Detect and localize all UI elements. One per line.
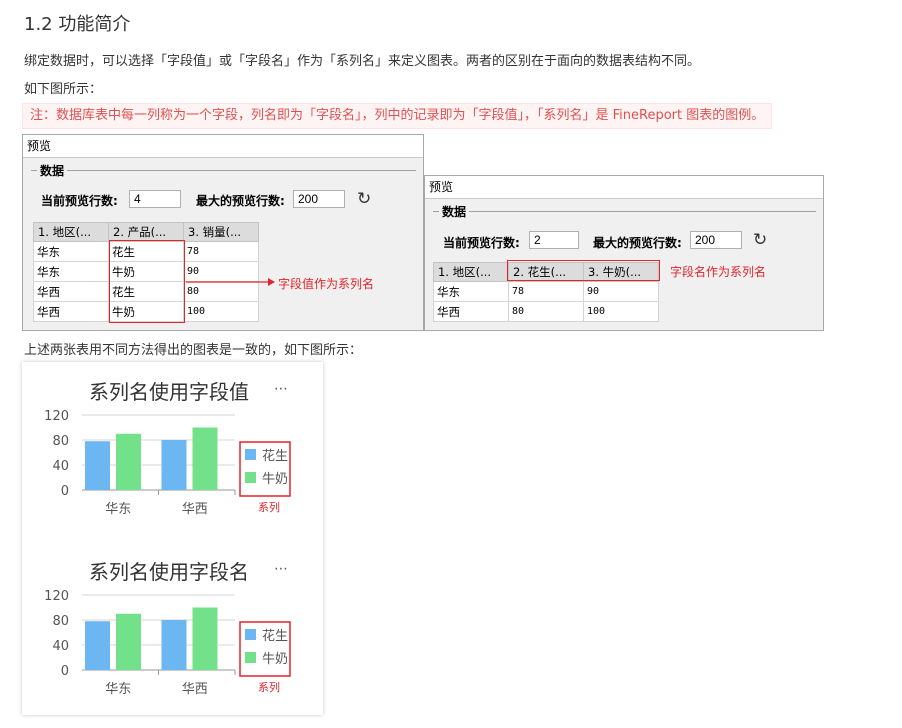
- window-title: 预览: [425, 176, 823, 199]
- legend-annotation: 系列: [258, 680, 280, 694]
- y-tick-label: 40: [52, 459, 69, 474]
- column-header[interactable]: 1. 地区(...: [33, 222, 109, 242]
- bar-牛奶: [192, 427, 218, 490]
- current-rows-input[interactable]: [129, 190, 181, 208]
- table-cell: 100: [183, 301, 259, 322]
- table-row: 华东 78 90: [433, 281, 659, 302]
- more-icon: ⋯: [274, 381, 288, 397]
- current-rows-label: 当前预览行数:: [443, 236, 520, 250]
- legend-label: 花生: [262, 448, 288, 464]
- table-cell: 华西: [33, 281, 109, 302]
- table-cell: 78: [183, 241, 259, 262]
- x-category-label: 华东: [105, 682, 131, 697]
- table-cell: 华西: [33, 301, 109, 322]
- arrow-icon: [186, 278, 275, 286]
- legend-annotation: 系列: [258, 500, 280, 514]
- max-rows-label: 最大的预览行数:: [593, 236, 682, 250]
- window-title: 预览: [23, 135, 423, 158]
- bar-牛奶: [116, 433, 141, 490]
- current-rows-input[interactable]: [529, 231, 579, 249]
- intro-paragraph: 绑定数据时，可以选择「字段值」或「字段名」作为「系列名」来定义图表。两者的区别在…: [24, 54, 701, 69]
- bar-花生: [85, 621, 110, 670]
- max-rows-label: 最大的预览行数:: [196, 194, 285, 208]
- table-cell: 78: [508, 281, 584, 302]
- legend-label: 牛奶: [262, 652, 288, 667]
- max-rows-input[interactable]: [690, 231, 742, 249]
- column-header[interactable]: 1. 地区(...: [433, 262, 509, 282]
- y-tick-label: 0: [61, 664, 69, 679]
- legend-swatch: [245, 449, 256, 460]
- x-category-label: 华西: [182, 682, 208, 697]
- chart-card: 系列名使用字段值 ⋯ 0 40 80 120 华东 华西 花生 牛奶 系列 系列名使用字段名 ⋯ 0 40 8…: [22, 362, 323, 715]
- field-name-highlight: [507, 260, 660, 281]
- preview-window-field-value: 预览 数据 当前预览行数: 最大的预览行数: ↻ 1. 地区(...2. 产品(…: [22, 134, 424, 331]
- note-callout: 注：数据库表中每一列称为一个字段，列名即为「字段名」，列中的记录即为「字段值」，…: [22, 103, 773, 129]
- chart-title: 系列名使用字段值: [89, 380, 249, 404]
- table-cell: 华西: [433, 301, 509, 322]
- table-cell: 华东: [433, 281, 509, 302]
- group-label: 数据: [37, 162, 68, 179]
- legend-label: 花生: [262, 628, 288, 644]
- column-header[interactable]: 3. 销量(...: [183, 222, 259, 242]
- y-tick-label: 40: [52, 639, 69, 654]
- section-heading: 1.2 功能简介: [24, 14, 131, 35]
- refresh-icon[interactable]: ↻: [357, 189, 371, 209]
- y-tick-label: 80: [52, 434, 69, 449]
- y-tick-label: 0: [61, 484, 69, 499]
- bar-牛奶: [192, 607, 218, 670]
- legend-label: 牛奶: [262, 472, 288, 487]
- legend-swatch: [245, 472, 256, 483]
- see-below-text: 如下图所示：: [24, 82, 103, 97]
- table-cell: 100: [583, 301, 659, 322]
- x-category-label: 华东: [105, 502, 131, 517]
- y-tick-label: 80: [52, 614, 69, 629]
- legend-swatch: [245, 629, 256, 640]
- field-value-annotation: 字段值作为系列名: [278, 277, 375, 291]
- bar-花生: [161, 440, 187, 490]
- bar-花生: [85, 441, 110, 490]
- legend-swatch: [245, 652, 256, 663]
- table-cell: 80: [508, 301, 584, 322]
- y-tick-label: 120: [44, 589, 69, 604]
- consistent-note: 上述两张表用不同方法得出的图表是一致的，如下图所示：: [24, 343, 363, 358]
- table-cell: 华东: [33, 261, 109, 282]
- column-header[interactable]: 2. 产品(...: [108, 222, 184, 242]
- field-value-highlight: [109, 240, 185, 323]
- group-label: 数据: [439, 203, 470, 220]
- bar-花生: [161, 620, 187, 670]
- preview-window-field-name: 预览 数据 当前预览行数: 最大的预览行数: ↻ 1. 地区(...2. 花生(…: [424, 175, 824, 331]
- charts-svg: 系列名使用字段值 ⋯04080120华东 华西花生牛奶系列系列名使用字段名 ⋯0408…: [44, 380, 291, 697]
- x-category-label: 华西: [182, 502, 208, 517]
- max-rows-input[interactable]: [293, 190, 345, 208]
- bar-牛奶: [116, 613, 141, 670]
- current-rows-label: 当前预览行数:: [41, 194, 118, 208]
- y-tick-label: 120: [44, 409, 69, 424]
- field-name-annotation: 字段名作为系列名: [670, 265, 767, 279]
- refresh-icon[interactable]: ↻: [753, 230, 767, 250]
- table-cell: 90: [583, 281, 659, 302]
- table-cell: 华东: [33, 241, 109, 262]
- more-icon: ⋯: [274, 561, 288, 577]
- chart-title: 系列名使用字段名: [89, 560, 249, 584]
- table-row: 华西 80 100: [433, 301, 659, 322]
